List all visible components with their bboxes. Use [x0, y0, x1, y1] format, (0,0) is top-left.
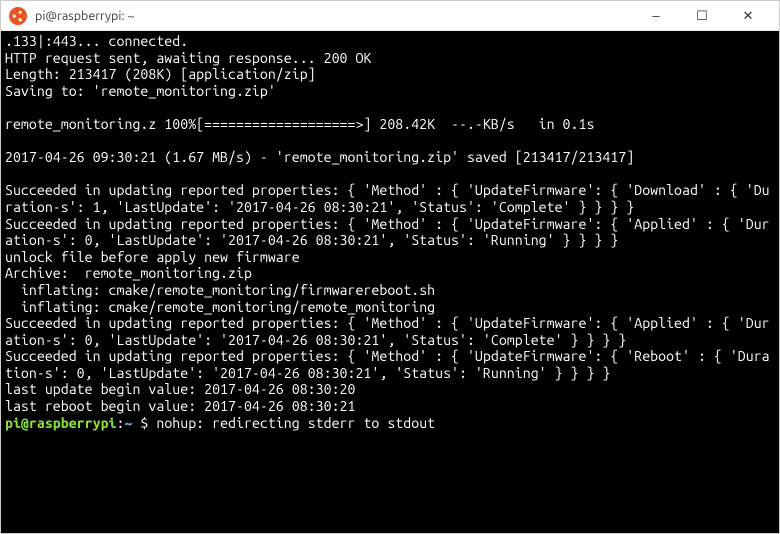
ubuntu-terminal-icon — [9, 7, 27, 25]
window-title: pi@raspberrypi: ~ — [35, 9, 633, 23]
prompt-dollar: $ — [132, 415, 156, 431]
titlebar[interactable]: pi@raspberrypi: ~ – ☐ ✕ — [1, 1, 779, 31]
prompt-user-host: pi@raspberrypi — [5, 415, 117, 431]
window-controls: – ☐ ✕ — [633, 1, 771, 31]
terminal-window: pi@raspberrypi: ~ – ☐ ✕ .133|:443... con… — [0, 0, 780, 534]
terminal-output[interactable]: .133|:443... connected. HTTP request sen… — [1, 31, 779, 533]
close-button[interactable]: ✕ — [725, 1, 771, 31]
maximize-button[interactable]: ☐ — [679, 1, 725, 31]
minimize-button[interactable]: – — [633, 1, 679, 31]
nohup-output: nohup: redirecting stderr to stdout — [156, 415, 435, 431]
